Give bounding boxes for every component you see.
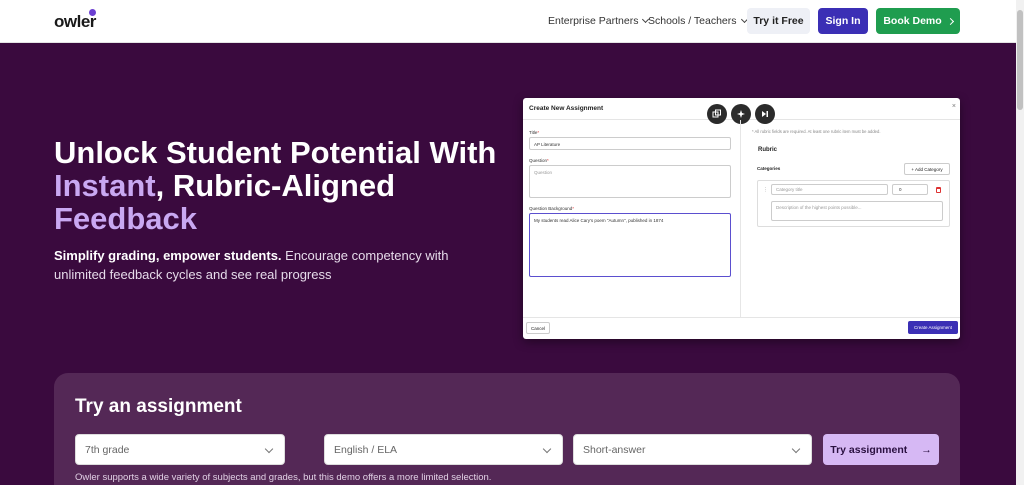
sign-in-button[interactable]: Sign In xyxy=(818,8,868,34)
nav-enterprise-partners[interactable]: Enterprise Partners xyxy=(548,15,650,27)
create-assignment-button[interactable]: Create Assignment xyxy=(908,321,958,334)
chevron-down-icon xyxy=(542,444,552,454)
hero-title: Unlock Student Potential With Instant, R… xyxy=(54,136,514,235)
category-item: ⋮ Category title 0 Description of the hi… xyxy=(757,180,950,227)
close-icon[interactable]: × xyxy=(952,103,956,110)
create-assignment-preview: Create New Assignment × Title* AP Litera… xyxy=(523,98,960,339)
chevron-right-icon xyxy=(946,17,954,25)
category-title-field[interactable]: Category title xyxy=(771,184,888,195)
categories-label: Categories xyxy=(757,166,781,171)
arrow-right-icon: → xyxy=(921,443,932,456)
title-label: Title* xyxy=(529,130,539,135)
modal-divider xyxy=(740,120,741,317)
skip-forward-icon[interactable] xyxy=(755,104,775,124)
nav-schools-teachers[interactable]: Schools / Teachers xyxy=(648,15,748,27)
page-scrollbar[interactable] xyxy=(1016,0,1024,485)
book-demo-button[interactable]: Book Demo xyxy=(876,8,960,34)
try-assignment-card: Try an assignment 7th grade English / EL… xyxy=(54,373,960,485)
top-nav: owler Enterprise Partners Schools / Teac… xyxy=(0,0,1016,43)
logo-mark-icon xyxy=(89,9,96,16)
required-marker: * xyxy=(572,206,575,211)
book-demo-label: Book Demo xyxy=(883,15,942,27)
question-label-text: Question xyxy=(529,158,548,163)
nav-enterprise-label: Enterprise Partners xyxy=(548,15,639,27)
hero-sub-bold: Simplify grading, empower students. xyxy=(54,248,282,263)
type-select[interactable]: Short-answer xyxy=(573,434,812,465)
hero-title-pre: Unlock Student Potential With xyxy=(54,135,497,170)
chevron-down-icon xyxy=(791,444,801,454)
required-marker: * xyxy=(537,130,540,135)
question-label: Question* xyxy=(529,158,549,163)
try-assignment-title: Try an assignment xyxy=(75,396,242,417)
cancel-button[interactable]: Cancel xyxy=(526,322,550,334)
background-field[interactable]: My students read Alice Cary's poem "Autu… xyxy=(529,213,731,277)
rubric-note: * All rubric fields are required. At lea… xyxy=(752,129,881,134)
question-field[interactable]: Question xyxy=(529,165,731,198)
modal-title: Create New Assignment xyxy=(529,105,604,112)
category-points-field[interactable]: 0 xyxy=(892,184,928,195)
background-label: Question Background* xyxy=(529,206,574,211)
modal-footer: Cancel Create Assignment xyxy=(523,317,960,339)
grade-select-value: 7th grade xyxy=(85,443,130,456)
drag-handle-icon[interactable]: ⋮ xyxy=(763,187,768,193)
nav-schools-label: Schools / Teachers xyxy=(648,15,737,27)
grade-select[interactable]: 7th grade xyxy=(75,434,285,465)
trash-icon[interactable] xyxy=(936,187,941,193)
sparkle-icon[interactable] xyxy=(731,104,751,124)
subject-select[interactable]: English / ELA xyxy=(324,434,563,465)
type-select-value: Short-answer xyxy=(583,443,646,456)
copy-icon[interactable] xyxy=(707,104,727,124)
add-category-button[interactable]: + Add Category xyxy=(904,163,950,175)
demo-note: Owler supports a wide variety of subject… xyxy=(75,472,492,483)
subject-select-value: English / ELA xyxy=(334,443,398,456)
hero-subtitle: Simplify grading, empower students. Enco… xyxy=(54,246,474,284)
background-label-text: Question Background xyxy=(529,206,573,211)
hero-title-highlight: Instant xyxy=(54,168,156,203)
try-assignment-label: Try assignment xyxy=(830,443,908,456)
scroll-thumb[interactable] xyxy=(1017,10,1023,110)
try-it-free-button[interactable]: Try it Free xyxy=(747,8,810,34)
try-assignment-button[interactable]: Try assignment → xyxy=(823,434,939,465)
rubric-heading: Rubric xyxy=(758,147,778,153)
title-field[interactable]: AP Literature xyxy=(529,137,731,150)
required-marker: * xyxy=(547,158,549,163)
category-description-field[interactable]: Description of the highest points possib… xyxy=(771,201,943,221)
chevron-down-icon xyxy=(264,444,274,454)
hero-title-mid: , Rubric-Aligned xyxy=(155,168,396,203)
hero-title-highlight-2: Feedback xyxy=(54,201,198,236)
